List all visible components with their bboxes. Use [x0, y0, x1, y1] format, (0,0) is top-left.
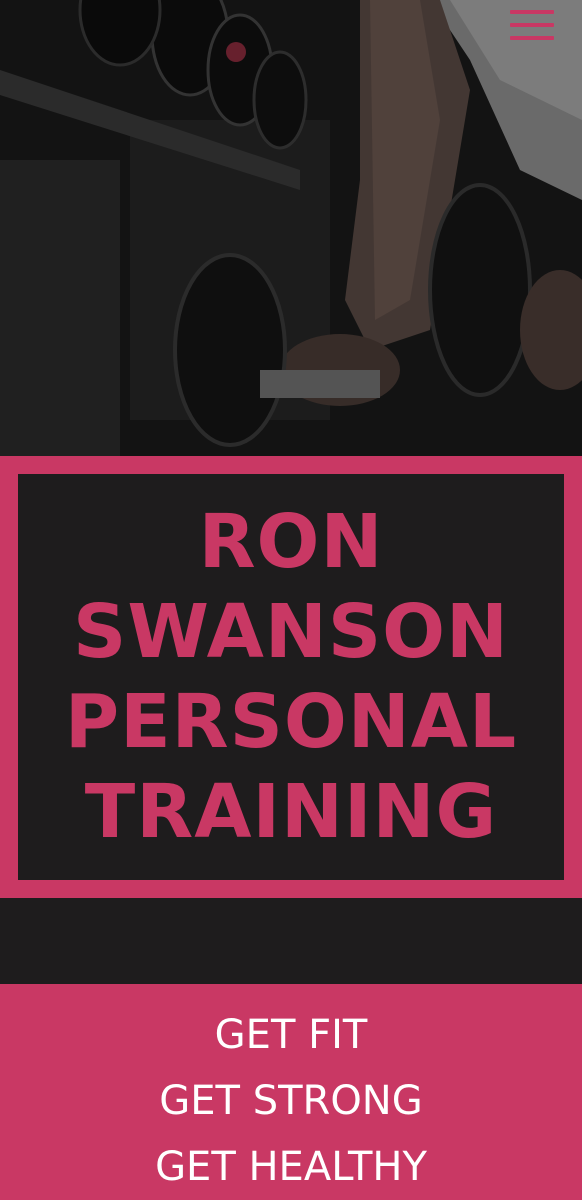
tagline-get-fit: GET FIT: [214, 1012, 368, 1058]
title-line-3: PERSONAL: [64, 679, 518, 765]
tagline-get-strong: GET STRONG: [159, 1078, 423, 1124]
title-banner: RON SWANSON PERSONAL TRAINING: [0, 456, 582, 898]
section-divider: [0, 898, 582, 984]
title-box: RON SWANSON PERSONAL TRAINING: [18, 474, 564, 880]
title-line-2: SWANSON: [73, 589, 509, 675]
tagline-section: GET FIT GET STRONG GET HEALTHY: [0, 984, 582, 1200]
gym-photo-illustration: [0, 0, 582, 456]
page: RON SWANSON PERSONAL TRAINING GET FIT GE…: [0, 0, 582, 1200]
menu-bar-top: [510, 10, 554, 14]
menu-bar-middle: [510, 23, 554, 27]
hero-image: [0, 0, 582, 456]
tagline-get-healthy: GET HEALTHY: [155, 1144, 427, 1190]
title-line-4: TRAINING: [84, 769, 498, 855]
menu-bar-bottom: [510, 36, 554, 40]
hamburger-menu-icon[interactable]: [510, 10, 554, 40]
title-line-1: RON: [198, 499, 384, 585]
